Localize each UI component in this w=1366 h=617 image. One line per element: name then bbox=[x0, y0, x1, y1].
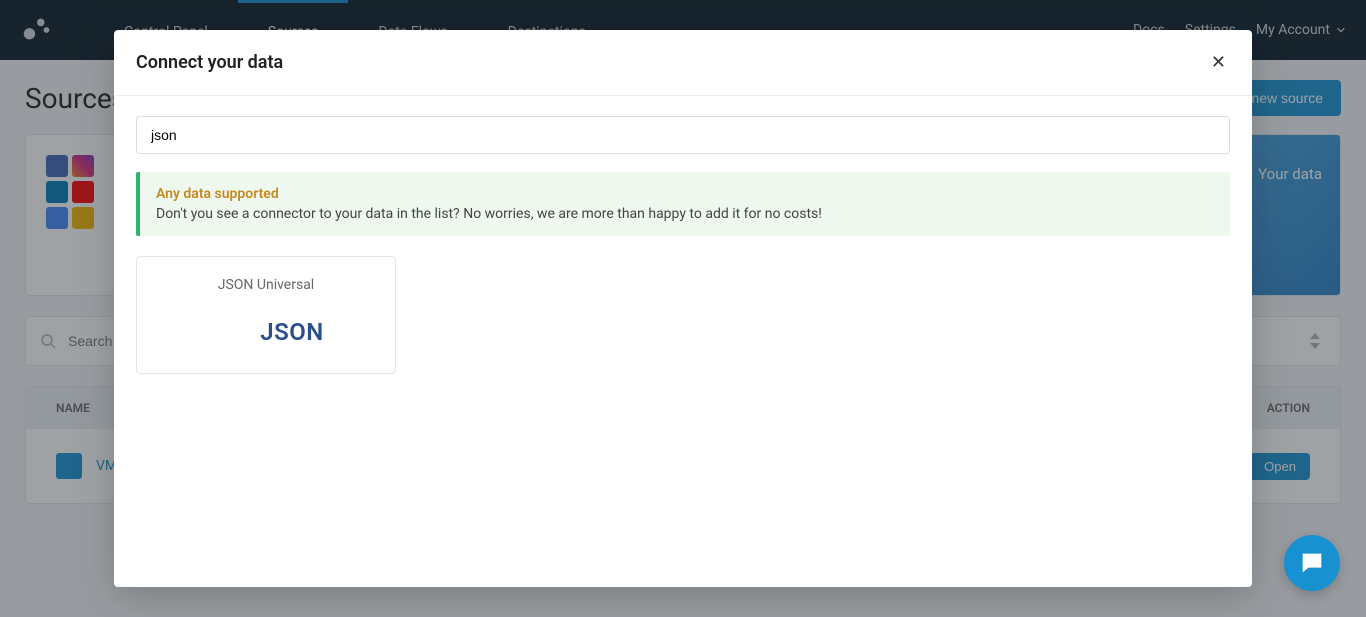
chat-icon bbox=[1298, 549, 1326, 577]
chat-fab[interactable] bbox=[1284, 535, 1340, 591]
close-icon[interactable]: ✕ bbox=[1207, 48, 1230, 77]
connect-data-modal: Connect your data ✕ Any data supported D… bbox=[114, 30, 1252, 587]
json-logo-text: JSON bbox=[260, 318, 324, 346]
connector-card-json-universal[interactable]: JSON Universal JSON bbox=[136, 256, 396, 374]
modal-header: Connect your data ✕ bbox=[114, 30, 1252, 96]
connector-card-label: JSON Universal bbox=[157, 277, 375, 293]
connector-grid: JSON Universal JSON bbox=[136, 256, 1230, 374]
info-banner-text: Don't you see a connector to your data i… bbox=[156, 206, 1214, 222]
json-logo: JSON bbox=[157, 311, 375, 353]
modal-overlay[interactable]: Connect your data ✕ Any data supported D… bbox=[0, 0, 1366, 617]
modal-title: Connect your data bbox=[136, 52, 283, 73]
info-banner: Any data supported Don't you see a conne… bbox=[136, 172, 1230, 236]
connector-search-input[interactable] bbox=[136, 116, 1230, 154]
info-banner-title: Any data supported bbox=[156, 186, 1214, 202]
json-ring-icon bbox=[208, 311, 250, 353]
modal-body: Any data supported Don't you see a conne… bbox=[114, 96, 1252, 402]
